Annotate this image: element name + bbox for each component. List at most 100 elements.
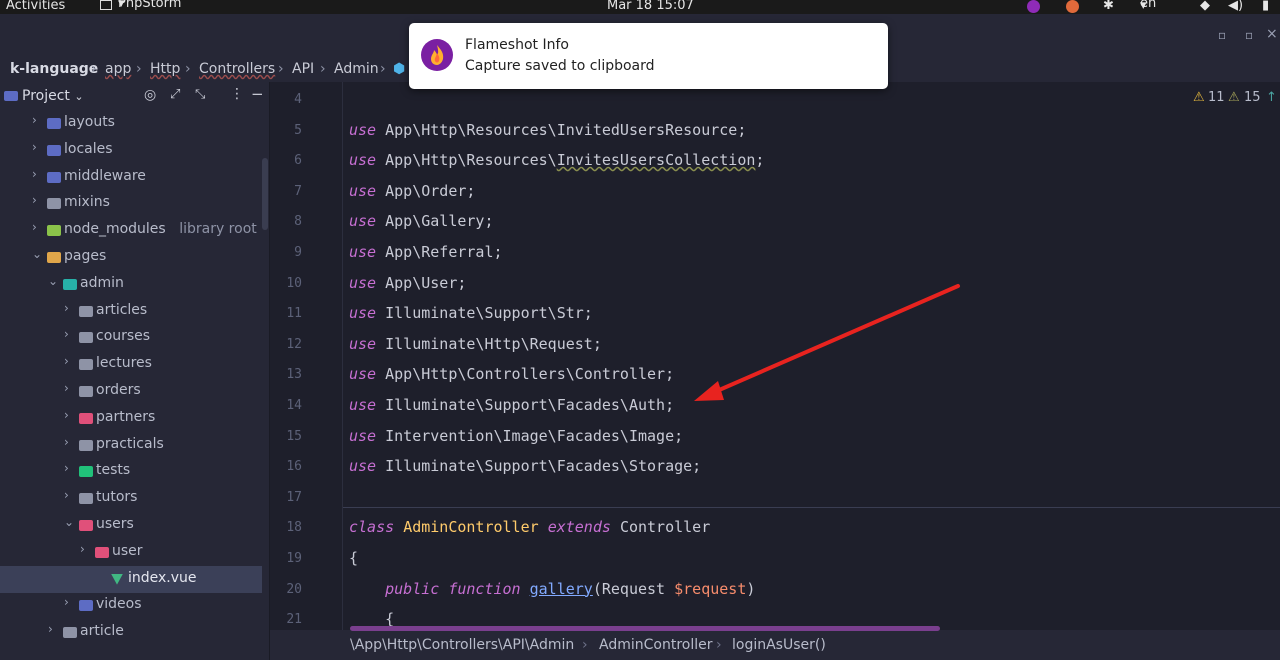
expand-icon[interactable]: ⤢ bbox=[170, 87, 180, 102]
notification-popup[interactable]: Flameshot Info Capture saved to clipboar… bbox=[409, 23, 888, 89]
chevron-right-icon[interactable]: › bbox=[48, 622, 53, 636]
tree-item[interactable]: › tutors bbox=[0, 485, 262, 512]
namespace-token: Illuminate\Support\Facades\Storage; bbox=[385, 457, 702, 476]
language-selector[interactable]: en ▾ bbox=[1140, 0, 1156, 13]
tree-item[interactable]: ⌄ pages bbox=[0, 244, 262, 271]
chevron-right-icon[interactable]: › bbox=[32, 193, 37, 207]
app-menu[interactable]: PhpStorm ▾ bbox=[100, 0, 181, 13]
keyword-token: use bbox=[349, 243, 377, 261]
flameshot-icon[interactable] bbox=[1027, 0, 1040, 13]
notification-title: Flameshot Info bbox=[465, 37, 569, 53]
tree-item[interactable]: › partners bbox=[0, 405, 262, 432]
namespace-token: Intervention\Image\Facades\Image; bbox=[385, 426, 684, 445]
minimize-icon[interactable]: ▫ bbox=[1218, 28, 1226, 42]
line-number: 16 bbox=[286, 459, 302, 475]
tree-item[interactable]: › practicals bbox=[0, 432, 262, 459]
project-title: Project bbox=[22, 88, 70, 104]
tree-scrollbar[interactable] bbox=[262, 158, 268, 230]
tree-item[interactable]: › middleware bbox=[0, 164, 262, 191]
chevron-right-icon[interactable]: › bbox=[32, 220, 37, 234]
chevron-right-icon[interactable]: › bbox=[64, 595, 69, 609]
breadcrumb-item-controllers[interactable]: Controllers bbox=[199, 61, 275, 77]
tree-item[interactable]: › mixins bbox=[0, 190, 262, 217]
unresolved-class-token: InvitesUsersCollection bbox=[556, 151, 756, 170]
tree-item-label: index.vue bbox=[128, 569, 197, 586]
clock[interactable]: Mar 18 15:07 bbox=[607, 0, 694, 13]
tree-item-label: layouts bbox=[64, 114, 115, 130]
breadcrumb-item-project[interactable]: k-language bbox=[10, 61, 98, 77]
tree-item-label: videos bbox=[96, 596, 142, 613]
chevron-right-icon[interactable]: › bbox=[64, 488, 69, 502]
code-line: use App\Order; bbox=[349, 182, 475, 200]
inspection-widget[interactable]: ⚠ 11 ⚠ 15 ↑ bbox=[1188, 88, 1280, 110]
wifi-icon[interactable]: ◆ bbox=[1200, 0, 1210, 13]
code-line: use Illuminate\Support\Str; bbox=[349, 304, 593, 322]
tree-item-label: middleware bbox=[64, 167, 146, 184]
tree-item[interactable]: › courses bbox=[0, 324, 262, 351]
chevron-right-icon[interactable]: › bbox=[32, 113, 37, 127]
horizontal-scrollbar[interactable] bbox=[350, 626, 940, 631]
arrow-up-icon[interactable]: ↑ bbox=[1266, 90, 1277, 105]
project-view-selector[interactable]: Project ⌄ bbox=[22, 88, 84, 104]
breadcrumb-item-http[interactable]: Http bbox=[150, 61, 180, 77]
volume-icon[interactable]: ◀) bbox=[1228, 0, 1243, 13]
tree-item[interactable]: › articles bbox=[0, 298, 262, 325]
slack-icon[interactable]: ✱ bbox=[1103, 0, 1114, 13]
tree-item[interactable]: › article bbox=[0, 619, 262, 646]
vue-file-icon bbox=[111, 573, 123, 585]
close-icon[interactable]: × bbox=[1266, 26, 1278, 42]
weak-warning-count: 15 bbox=[1244, 90, 1261, 105]
tree-item[interactable]: › orders bbox=[0, 378, 262, 405]
chevron-down-icon[interactable]: ⌄ bbox=[64, 515, 74, 529]
tree-item[interactable]: › tests bbox=[0, 458, 262, 485]
chevron-right-icon[interactable]: › bbox=[64, 301, 69, 315]
tree-item[interactable]: › node_modules library root bbox=[0, 217, 262, 244]
tree-item-label: partners bbox=[96, 408, 156, 425]
namespace-crumb[interactable]: \App\Http\Controllers\API\Admin bbox=[350, 637, 574, 653]
tree-item[interactable]: › lectures bbox=[0, 351, 262, 378]
method-crumb[interactable]: loginAsUser() bbox=[732, 637, 826, 653]
target-icon[interactable]: ◎ bbox=[144, 87, 156, 103]
breadcrumb-item-api[interactable]: API bbox=[292, 61, 314, 77]
chevron-right-icon[interactable]: › bbox=[80, 542, 85, 556]
keyword-token: use bbox=[349, 365, 377, 384]
arrow-head bbox=[694, 381, 724, 401]
code-line: use App\Http\Controllers\Controller; bbox=[349, 365, 674, 383]
chevron-right-icon[interactable]: › bbox=[64, 354, 69, 368]
battery-icon[interactable]: ▮ bbox=[1262, 0, 1269, 13]
breadcrumb-item-app[interactable]: app bbox=[105, 61, 131, 77]
chevron-down-icon[interactable]: ⌄ bbox=[32, 247, 42, 261]
chevron-right-icon[interactable]: › bbox=[32, 167, 37, 181]
line-number: 21 bbox=[286, 612, 302, 628]
chevron-right-icon[interactable]: › bbox=[32, 140, 37, 154]
tree-item-label: user bbox=[112, 542, 143, 559]
more-icon[interactable]: ⋮ bbox=[230, 86, 244, 102]
triangle-down-icon: ▾ bbox=[118, 0, 125, 11]
tree-item[interactable]: ⌄ admin bbox=[0, 271, 262, 298]
class-crumb[interactable]: AdminController bbox=[599, 637, 712, 653]
tree-item-label: article bbox=[80, 623, 124, 640]
chevron-right-icon[interactable]: › bbox=[64, 435, 69, 449]
folder-icon bbox=[79, 305, 93, 317]
chevron-right-icon[interactable]: › bbox=[64, 461, 69, 475]
tree-item[interactable]: index.vue bbox=[0, 565, 262, 593]
tree-item[interactable]: › user bbox=[0, 539, 262, 566]
collapse-icon[interactable]: ⤡ bbox=[195, 87, 205, 102]
chevron-down-icon[interactable]: ⌄ bbox=[48, 274, 58, 288]
maximize-icon[interactable]: ▫ bbox=[1245, 28, 1253, 42]
chevron-right-icon[interactable]: › bbox=[64, 408, 69, 422]
chrome-icon[interactable] bbox=[1066, 0, 1079, 13]
tree-item[interactable]: ⌄ users bbox=[0, 512, 262, 539]
hide-icon[interactable]: − bbox=[251, 85, 264, 103]
folder-icon bbox=[79, 332, 93, 344]
tree-item[interactable]: › videos bbox=[0, 592, 262, 619]
tree-item[interactable]: › locales bbox=[0, 137, 262, 164]
breadcrumb-item-admin[interactable]: Admin bbox=[334, 61, 379, 77]
activities-button[interactable]: Activities bbox=[6, 0, 65, 13]
chevron-right-icon[interactable]: › bbox=[64, 381, 69, 395]
tree-item[interactable]: › layouts bbox=[0, 110, 262, 137]
tree-item-label: users bbox=[96, 516, 134, 532]
project-panel: Project ⌄ ◎ ⤢ ⤡ ⋮ − › layouts › locales › mid… bbox=[0, 82, 270, 660]
breadcrumb-separator: › bbox=[380, 61, 386, 77]
chevron-right-icon[interactable]: › bbox=[64, 327, 69, 341]
